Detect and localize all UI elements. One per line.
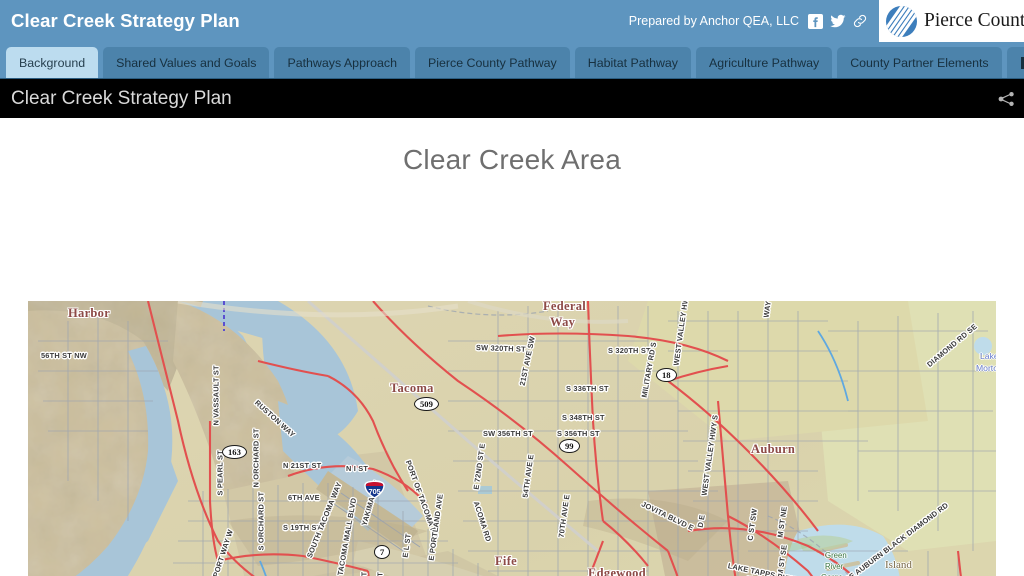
tab-pathways-approach[interactable]: Pathways Approach bbox=[274, 47, 410, 78]
header-right-group: Prepared by Anchor QEA, LLC Pierce Count… bbox=[629, 0, 1024, 42]
tab-county-partner-elements[interactable]: County Partner Elements bbox=[837, 47, 1002, 78]
map-canvas bbox=[28, 301, 996, 576]
tab-agriculture-pathway[interactable]: Agriculture Pathway bbox=[696, 47, 833, 78]
app-header: Clear Creek Strategy Plan Prepared by An… bbox=[0, 0, 1024, 42]
pierce-county-logo[interactable]: Pierce County bbox=[879, 0, 1024, 42]
twitter-icon[interactable] bbox=[830, 14, 846, 28]
brand-name: Pierce County bbox=[924, 10, 1024, 31]
tab-more-menu[interactable] bbox=[1006, 47, 1024, 78]
tab-shared-values-and-goals[interactable]: Shared Values and Goals bbox=[103, 47, 270, 78]
list-menu-icon bbox=[1020, 56, 1024, 69]
app-title: Clear Creek Strategy Plan bbox=[11, 10, 240, 31]
pierce-county-mark-icon bbox=[886, 5, 917, 37]
prepared-by-text: Prepared by Anchor QEA, LLC bbox=[628, 14, 799, 28]
tab-habitat-pathway[interactable]: Habitat Pathway bbox=[574, 47, 691, 78]
storymap-title-bar: Clear Creek Strategy Plan bbox=[0, 78, 1024, 118]
storymap-title: Clear Creek Strategy Plan bbox=[11, 87, 232, 109]
social-icons-group bbox=[808, 13, 867, 29]
link-icon[interactable] bbox=[853, 14, 867, 28]
section-title: Clear Creek Area bbox=[403, 144, 621, 175]
map-viewport[interactable]: 56TH ST NW N VASSAULT ST N ORCHARD ST RUSTO… bbox=[28, 301, 996, 576]
facebook-icon[interactable] bbox=[808, 13, 823, 29]
tab-background[interactable]: Background bbox=[6, 47, 99, 78]
tab-pierce-county-pathway[interactable]: Pierce County Pathway bbox=[414, 47, 570, 78]
page-body: Clear Creek Area 56TH ST NW N VASSAULT S… bbox=[0, 118, 1024, 576]
share-icon bbox=[998, 91, 1015, 106]
tab-strip: Background Shared Values and Goals Pathw… bbox=[0, 42, 1024, 78]
map-basemap bbox=[28, 301, 996, 576]
share-button[interactable] bbox=[998, 91, 1015, 106]
